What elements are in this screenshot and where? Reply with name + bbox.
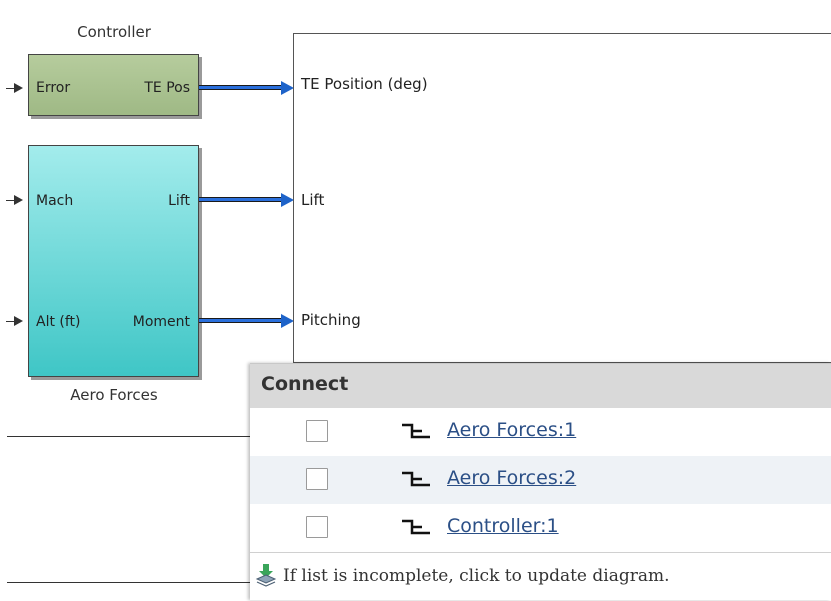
output-port-icon <box>402 471 430 487</box>
controller-in-port-label: Error <box>36 80 71 96</box>
connect-popup-title: Connect <box>261 373 349 395</box>
controller-out-port-label: TE Pos <box>144 80 190 96</box>
controller-block-title: Controller <box>77 23 151 41</box>
aero-in-port-label-alt: Alt (ft) <box>36 314 81 330</box>
controller-block[interactable]: Error TE Pos <box>28 54 199 116</box>
connect-checkbox[interactable] <box>306 468 328 490</box>
connect-popup-footer[interactable]: If list is incomplete, click to update d… <box>250 552 831 601</box>
signal-line-bg-2 <box>7 582 250 583</box>
connect-popup-header: Connect <box>250 364 831 408</box>
mach-input-arrow <box>14 195 23 205</box>
connect-link-aero-forces-1[interactable]: Aero Forces:1 <box>447 419 576 441</box>
connect-link-aero-forces-2[interactable]: Aero Forces:2 <box>447 467 576 489</box>
signal-line-moment[interactable] <box>199 318 283 323</box>
output-port-icon <box>402 519 430 535</box>
connect-link-controller-1[interactable]: Controller:1 <box>447 515 559 537</box>
aero-in-port-label-mach: Mach <box>36 193 74 209</box>
controller-input-arrow <box>14 83 23 93</box>
connect-row[interactable]: Aero Forces:2 <box>250 456 831 504</box>
aero-out-port-label-lift: Lift <box>168 193 190 209</box>
connect-popup: Connect Aero Forces:1 Aero Forces:2 Cont… <box>250 363 831 600</box>
aero-out-port-label-moment: Moment <box>132 314 190 330</box>
aero-forces-block-title: Aero Forces <box>70 386 158 404</box>
alt-input-arrow <box>14 316 23 326</box>
connect-checkbox[interactable] <box>306 516 328 538</box>
model-canvas[interactable]: Controller Error TE Pos Mach Lift Alt (f… <box>0 0 831 600</box>
scope-input-pitching: Pitching <box>301 311 361 329</box>
connect-row[interactable]: Aero Forces:1 <box>250 408 831 456</box>
signal-line-bg-1 <box>7 436 250 437</box>
signal-line-lift[interactable] <box>199 197 283 202</box>
connect-row[interactable]: Controller:1 <box>250 504 831 552</box>
output-port-icon <box>402 423 430 439</box>
scope-input-lift: Lift <box>301 191 325 209</box>
connect-checkbox[interactable] <box>306 420 328 442</box>
scope-input-te-position: TE Position (deg) <box>301 75 428 93</box>
update-diagram-link[interactable]: If list is incomplete, click to update d… <box>283 566 670 586</box>
aero-forces-block[interactable]: Mach Lift Alt (ft) Moment <box>28 145 199 377</box>
signal-line-te-pos[interactable] <box>199 85 283 90</box>
update-diagram-icon <box>255 564 277 587</box>
